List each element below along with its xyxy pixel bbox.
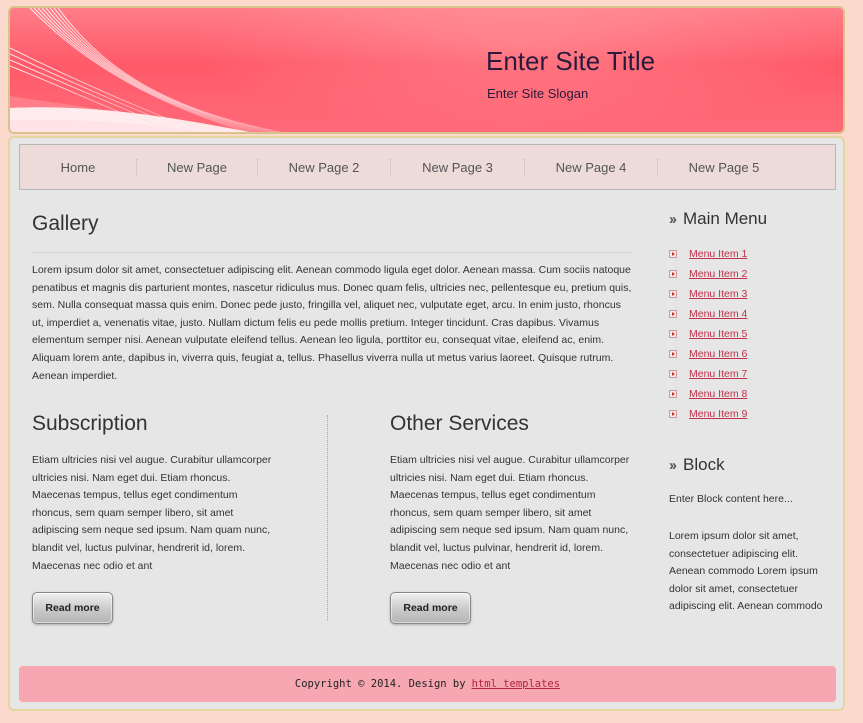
site-header: Enter Site Title Enter Site Slogan [8, 6, 845, 134]
gallery-text: Lorem ipsum dolor sit amet, consectetuer… [32, 264, 632, 382]
menu-list-item: Menu Item 7 [669, 364, 747, 384]
menu-list-item: Menu Item 9 [669, 404, 747, 424]
menu-item-9-link[interactable]: Menu Item 9 [689, 408, 747, 420]
other-services-read-more-button[interactable]: Read more [390, 592, 471, 624]
menu-item-8-link[interactable]: Menu Item 8 [689, 388, 747, 400]
bullet-arrow-icon [669, 310, 677, 318]
other-services-text: Etiam ultricies nisi vel augue. Curabitu… [390, 454, 630, 572]
site-footer: Copyright © 2014. Design by html templat… [19, 666, 836, 702]
block-body-text: Lorem ipsum dolor sit amet, consectetuer… [669, 530, 823, 613]
main-panel: Home New Page New Page 2 New Page 3 New … [8, 136, 845, 711]
bullet-arrow-icon [669, 270, 677, 278]
menu-item-2-link[interactable]: Menu Item 2 [689, 268, 747, 280]
nav-item-new-page[interactable]: New Page [137, 144, 257, 190]
block-heading: ›› Block [669, 455, 725, 475]
main-menu-title: Main Menu [683, 209, 768, 228]
menu-item-4-link[interactable]: Menu Item 4 [689, 308, 747, 320]
menu-list-item: Menu Item 3 [669, 284, 747, 304]
header-swoosh-graphic [10, 8, 283, 132]
bullet-arrow-icon [669, 350, 677, 358]
menu-list-item: Menu Item 8 [669, 384, 747, 404]
bullet-arrow-icon [669, 390, 677, 398]
menu-list-item: Menu Item 5 [669, 324, 747, 344]
menu-item-1-link[interactable]: Menu Item 1 [689, 248, 747, 260]
nav-item-new-page-2[interactable]: New Page 2 [258, 144, 390, 190]
block-intro-text: Enter Block content here... [669, 493, 793, 505]
menu-list-item: Menu Item 1 [669, 244, 747, 264]
menu-item-7-link[interactable]: Menu Item 7 [689, 368, 747, 380]
menu-item-6-link[interactable]: Menu Item 6 [689, 348, 747, 360]
subscription-text: Etiam ultricies nisi vel augue. Curabitu… [32, 454, 272, 572]
subscription-read-more-button[interactable]: Read more [32, 592, 113, 624]
main-menu-list: Menu Item 1 Menu Item 2 Menu Item 3 Menu… [669, 244, 747, 424]
bullet-arrow-icon [669, 250, 677, 258]
menu-list-item: Menu Item 6 [669, 344, 747, 364]
other-services-heading: Other Services [390, 412, 529, 435]
bullet-arrow-icon [669, 370, 677, 378]
bullet-arrow-icon [669, 410, 677, 418]
nav-item-new-page-3[interactable]: New Page 3 [391, 144, 524, 190]
html-templates-link[interactable]: html templates [472, 678, 561, 690]
site-title: Enter Site Title [486, 46, 656, 76]
column-divider [327, 415, 328, 621]
subscription-heading: Subscription [32, 412, 148, 435]
block-title: Block [683, 455, 725, 474]
nav-item-new-page-4[interactable]: New Page 4 [525, 144, 657, 190]
nav-item-new-page-5[interactable]: New Page 5 [658, 144, 790, 190]
bullet-arrow-icon [669, 330, 677, 338]
gallery-divider [32, 252, 632, 253]
main-menu-heading: ›› Main Menu [669, 209, 767, 229]
menu-list-item: Menu Item 2 [669, 264, 747, 284]
double-chevron-right-icon: ›› [669, 456, 677, 474]
menu-list-item: Menu Item 4 [669, 304, 747, 324]
bullet-arrow-icon [669, 290, 677, 298]
double-chevron-right-icon: ›› [669, 210, 677, 228]
nav-item-home[interactable]: Home [20, 144, 136, 190]
copyright-text: Copyright © 2014. Design by [294, 678, 466, 690]
main-navigation: Home New Page New Page 2 New Page 3 New … [19, 144, 836, 190]
gallery-heading: Gallery [32, 212, 99, 235]
menu-item-5-link[interactable]: Menu Item 5 [689, 328, 747, 340]
menu-item-3-link[interactable]: Menu Item 3 [689, 288, 747, 300]
site-slogan: Enter Site Slogan [487, 86, 589, 101]
